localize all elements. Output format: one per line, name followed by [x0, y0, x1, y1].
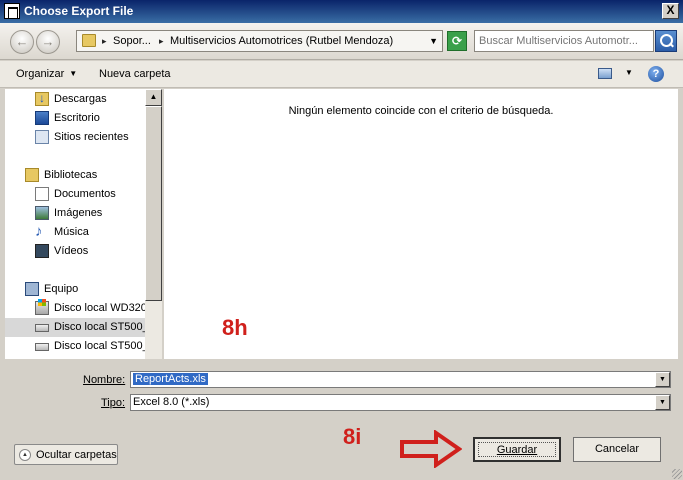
file-type-label-text: Tipo: [101, 397, 126, 409]
libraries-icon [25, 168, 39, 182]
file-name-value[interactable]: ReportActs.xls [133, 373, 208, 385]
app-icon [4, 3, 20, 19]
annotation-label-8h: 8h [222, 315, 248, 340]
file-name-label-text: Nombre: [83, 374, 126, 386]
desktop-icon [35, 111, 49, 125]
organize-menu[interactable]: Organizar ▼ [16, 68, 77, 80]
navigation-bar: ← → ▸ Sopor... ▸ Multiservicios Automotr… [0, 23, 683, 60]
videos-icon [35, 244, 49, 258]
save-panel: Nombre: ReportActs.xls ▼ Tipo: Excel 8.0… [0, 360, 683, 480]
sidebar-item-documents[interactable]: Documentos [5, 185, 145, 204]
sidebar-item-disk-st500-2[interactable]: Disco local ST500_1 [5, 337, 145, 356]
command-bar: Organizar ▼ Nueva carpeta ▼ ? [0, 61, 683, 88]
window-title: Choose Export File [24, 4, 134, 18]
collapse-icon: ▲ [19, 449, 31, 461]
sidebar-item-label: Música [54, 226, 89, 238]
sidebar-item-label: Disco local ST500_1 [54, 340, 145, 352]
view-options-chevron-icon[interactable]: ▼ [625, 68, 633, 77]
sidebar-scrollbar[interactable]: ▲ [145, 89, 162, 359]
downloads-icon [35, 91, 49, 106]
breadcrumb-item-current[interactable]: Multiservicios Automotrices (Rutbel Mend… [170, 35, 393, 47]
change-view-icon[interactable] [598, 68, 612, 79]
title-bar: Choose Export File X [0, 0, 683, 23]
sidebar-item-label: Imágenes [54, 207, 103, 219]
sidebar-item-label: Sitios recientes [54, 131, 129, 143]
chevron-down-icon: ▼ [69, 69, 78, 78]
sidebar-item-music[interactable]: ♪ Música [5, 223, 145, 242]
annotation-arrow-icon [400, 430, 462, 468]
navigation-pane: Descargas Escritorio Sitios recientes Bi… [5, 89, 145, 359]
sidebar-item-libraries[interactable]: Bibliotecas [5, 166, 145, 185]
hide-folders-button[interactable]: ▲ Ocultar carpetas [14, 444, 118, 465]
search-input[interactable] [479, 34, 649, 48]
help-icon[interactable]: ? [648, 66, 664, 82]
sidebar-item-disk-st500[interactable]: Disco local ST500_1 [5, 318, 145, 337]
sidebar-item-label: Equipo [44, 283, 79, 295]
music-icon: ♪ [35, 223, 43, 240]
computer-icon [25, 282, 39, 296]
sidebar-item-pictures[interactable]: Imágenes [5, 204, 145, 223]
sidebar-item-label: Escritorio [54, 112, 100, 124]
search-box[interactable] [474, 30, 654, 52]
sidebar-item-recent-places[interactable]: Sitios recientes [5, 128, 145, 147]
sidebar-item-downloads[interactable]: Descargas [5, 90, 145, 109]
file-list[interactable]: Ningún elemento coincide con el criterio… [164, 89, 678, 359]
cancel-button[interactable]: Cancelar [573, 437, 661, 462]
sidebar-item-label: Bibliotecas [44, 169, 98, 181]
breadcrumb-item-parent[interactable]: Sopor... [113, 35, 151, 47]
sidebar-item-disk-wd320[interactable]: Disco local WD320 [5, 299, 145, 318]
recent-places-icon [35, 130, 49, 144]
pictures-icon [35, 206, 49, 220]
close-button[interactable]: X [662, 3, 679, 19]
new-folder-button[interactable]: Nueva carpeta [99, 68, 171, 80]
file-name-label: Nombre: [83, 374, 125, 386]
empty-results-message: Ningún elemento coincide con el criterio… [288, 105, 554, 117]
sidebar-item-label: Descargas [54, 93, 107, 105]
documents-icon [35, 187, 49, 201]
save-button[interactable]: Guardar [473, 437, 561, 462]
sidebar-item-label: Documentos [54, 188, 116, 200]
file-type-value[interactable]: Excel 8.0 (*.xls) [133, 396, 209, 408]
resize-grip-icon[interactable] [672, 469, 682, 479]
sidebar-item-desktop[interactable]: Escritorio [5, 109, 145, 128]
chevron-down-icon[interactable]: ▼ [655, 395, 670, 410]
file-type-label: Tipo: [101, 397, 125, 409]
local-disk-icon [35, 299, 49, 315]
scrollbar-thumb[interactable] [145, 106, 162, 301]
breadcrumb-separator-icon[interactable]: ▸ [159, 36, 164, 47]
local-disk-icon [35, 324, 49, 332]
breadcrumb-separator-icon[interactable]: ▸ [102, 36, 107, 47]
annotation-label-8i: 8i [343, 424, 362, 449]
hide-folders-label: Ocultar carpetas [36, 449, 117, 461]
sidebar-item-videos[interactable]: Vídeos [5, 242, 145, 261]
sidebar-item-label: Disco local ST500_1 [54, 321, 145, 333]
search-icon[interactable] [655, 30, 677, 52]
back-button[interactable]: ← [10, 30, 34, 54]
sidebar-item-label: Disco local WD320 [54, 302, 145, 314]
local-disk-icon [35, 343, 49, 351]
forward-button[interactable]: → [36, 30, 60, 54]
sidebar-item-label: Vídeos [54, 245, 89, 257]
scroll-up-icon[interactable]: ▲ [145, 89, 162, 106]
file-type-select[interactable]: Excel 8.0 (*.xls) ▼ [130, 394, 671, 411]
organize-label: Organizar [16, 68, 65, 80]
address-bar[interactable]: ▸ Sopor... ▸ Multiservicios Automotrices… [76, 30, 443, 52]
sidebar-item-computer[interactable]: Equipo [5, 280, 145, 299]
address-dropdown-icon[interactable]: ▼ [429, 36, 438, 46]
save-button-label: Guardar [496, 444, 538, 456]
folder-icon [82, 34, 96, 47]
refresh-button[interactable]: ⟳ [447, 31, 467, 51]
chevron-down-icon[interactable]: ▼ [655, 372, 670, 387]
file-name-field[interactable]: ReportActs.xls ▼ [130, 371, 671, 388]
